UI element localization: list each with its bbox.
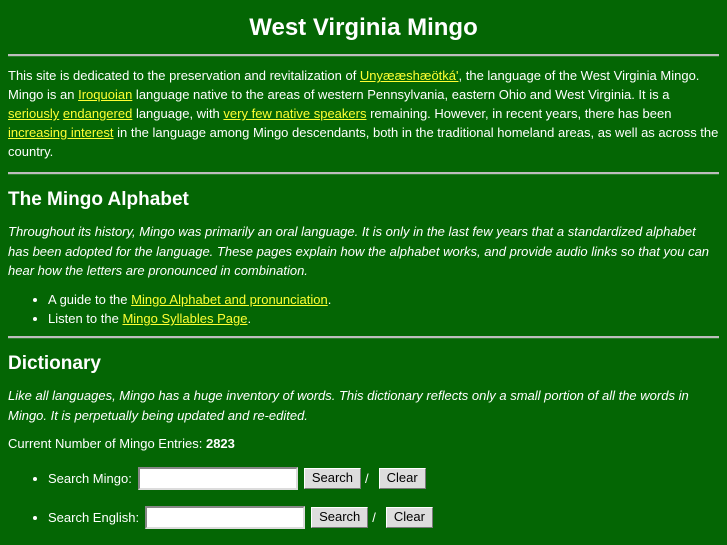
dictionary-search-list: Search Mingo: Search / Clear Search Engl… xyxy=(8,467,719,530)
intro-text-1: This site is dedicated to the preservati… xyxy=(8,68,360,84)
dictionary-heading: Dictionary xyxy=(8,352,101,374)
search-english-button[interactable]: Search xyxy=(311,506,369,529)
list-item: Listen to the Mingo Syllables Page. xyxy=(48,310,719,328)
divider-top xyxy=(8,54,719,58)
link-mingo-syllables-page[interactable]: Mingo Syllables Page xyxy=(122,311,247,326)
search-english-row: Search English: Search / Clear xyxy=(48,506,719,530)
entry-count-label: Current Number of Mingo Entries: xyxy=(8,436,206,452)
intro-text-3: language native to the areas of western … xyxy=(132,87,670,103)
link-endangered[interactable]: endangered xyxy=(63,106,132,121)
list-item: A guide to the Mingo Alphabet and pronun… xyxy=(48,291,719,309)
page-title: West Virginia Mingo xyxy=(249,14,478,41)
list-item: Search English: Search / Clear xyxy=(48,506,719,530)
search-english-input[interactable] xyxy=(145,506,306,530)
page-container: West Virginia Mingo This site is dedicat… xyxy=(0,0,727,530)
divider-alphabet xyxy=(8,171,719,175)
search-mingo-separator: / xyxy=(365,470,369,486)
link-iroquoian[interactable]: Iroquoian xyxy=(78,87,132,102)
bullet-suffix: . xyxy=(327,291,332,307)
link-mingo-alphabet-and-pronunciation[interactable]: Mingo Alphabet and pronunciation xyxy=(131,292,328,307)
search-mingo-label: Search Mingo: xyxy=(48,470,132,486)
alphabet-heading: The Mingo Alphabet xyxy=(8,188,189,210)
intro-text-6: remaining. However, in recent years, the… xyxy=(366,106,672,122)
list-item: Search Mingo: Search / Clear xyxy=(48,467,719,491)
link-increasing-interest[interactable]: increasing interest xyxy=(8,125,114,140)
entry-count-line: Current Number of Mingo Entries: 2823 xyxy=(8,435,719,453)
dictionary-blurb: Like all languages, Mingo has a huge inv… xyxy=(8,388,689,423)
search-mingo-row: Search Mingo: Search / Clear xyxy=(48,467,719,491)
search-english-separator: / xyxy=(372,509,376,525)
intro-paragraph: This site is dedicated to the preservati… xyxy=(8,67,719,161)
link-seriously[interactable]: seriously xyxy=(8,106,59,121)
alphabet-blurb: Throughout its history, Mingo was primar… xyxy=(8,224,710,279)
entry-count-value: 2823 xyxy=(205,436,235,452)
search-english-label: Search English: xyxy=(48,509,140,525)
search-mingo-input[interactable] xyxy=(137,467,298,491)
divider-dictionary xyxy=(8,335,719,339)
bullet-prefix: A guide to the xyxy=(48,291,132,307)
bullet-prefix: Listen to the xyxy=(48,311,123,327)
bullet-suffix: . xyxy=(247,311,252,327)
link-unyaaeshaeotka[interactable]: Unyææshæötká' xyxy=(360,68,459,83)
search-mingo-button[interactable]: Search xyxy=(303,467,362,490)
intro-text-5: language, with xyxy=(132,106,224,122)
clear-english-button[interactable]: Clear xyxy=(385,506,433,529)
clear-mingo-button[interactable]: Clear xyxy=(378,467,426,490)
intro-text-7: in the language among Mingo descendants,… xyxy=(8,124,719,159)
link-very-few-native-speakers[interactable]: very few native speakers xyxy=(223,106,366,121)
alphabet-link-list: A guide to the Mingo Alphabet and pronun… xyxy=(8,291,719,328)
